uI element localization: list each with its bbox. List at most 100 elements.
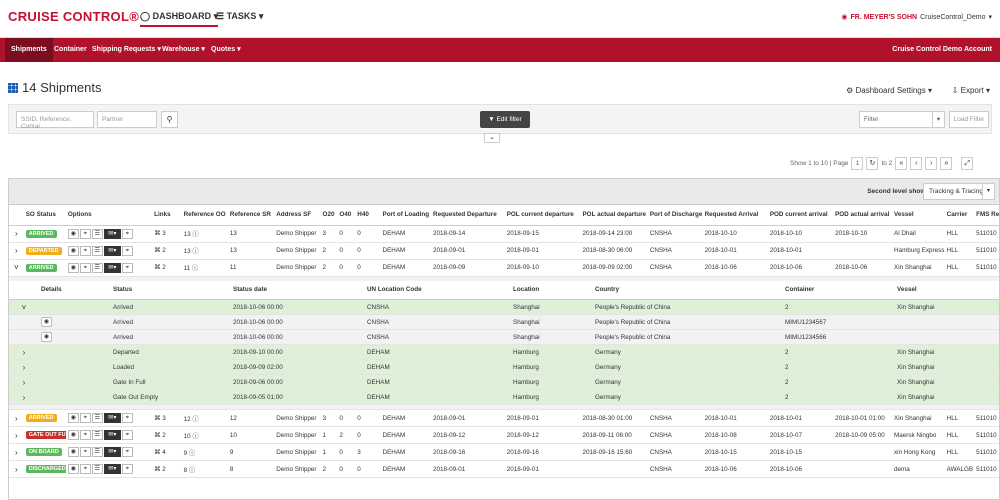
- expand-toggle[interactable]: ›: [9, 359, 39, 375]
- column-header[interactable]: POL current departure: [504, 205, 581, 226]
- menu-quotes[interactable]: Quotes ▾: [211, 38, 241, 62]
- tracking-row[interactable]: ◉ Arrived 2018-10-06 00:00 CNSHA Shanghai Peo…: [9, 329, 999, 345]
- expand-toggle[interactable]: [9, 329, 39, 345]
- column-header[interactable]: Vessel: [892, 205, 945, 226]
- tracking-row[interactable]: › Loaded 2018-09-09 02:00 DEHAM Hamburg Germa…: [9, 359, 999, 375]
- view-icon[interactable]: ◉: [67, 262, 79, 273]
- column-header[interactable]: Links: [152, 205, 182, 226]
- table-row[interactable]: › DEPARTED ◉ ⌖ ☰ ✉▾ ⌖ ⌘ 2 13 ⓘ 13 Demo Shipper 2 0 0 D…: [9, 242, 999, 260]
- location-pin-icon[interactable]: ⌖: [79, 447, 91, 457]
- expand-toggle[interactable]: [9, 314, 39, 330]
- tracking-row[interactable]: › Gate Out Empty 2018-09-05 01:00 DEHAM Hamb…: [9, 389, 999, 405]
- expand-toggle[interactable]: ›: [9, 389, 39, 405]
- tracking-row[interactable]: › Gate In Full 2018-09-06 00:00 DEHAM Hambur…: [9, 374, 999, 390]
- next-page-button[interactable]: ›: [925, 156, 938, 170]
- table-row[interactable]: ›GATE OUT FULL◉⌖☰✉▾⌖⌘ 210 ⓘ10Demo Shippe…: [9, 426, 999, 444]
- pin-icon[interactable]: ⌖: [121, 228, 133, 239]
- info-icon[interactable]: ⓘ: [187, 450, 195, 457]
- view-icon[interactable]: ◉: [67, 228, 79, 239]
- links-cell[interactable]: ⌘ 3: [152, 225, 182, 243]
- nav-dashboard[interactable]: ◯ DASHBOARD ▾: [140, 11, 219, 27]
- info-icon[interactable]: ⓘ: [191, 433, 198, 440]
- column-header[interactable]: O40: [337, 205, 356, 226]
- location-pin-icon[interactable]: ⌖: [79, 430, 91, 440]
- edit-filter-button[interactable]: ▼ Edit filter: [480, 111, 530, 128]
- first-page-button[interactable]: «: [895, 156, 908, 170]
- tracking-row[interactable]: › Departed 2018-09-10 00:00 DEHAM Hamburg Ger…: [9, 344, 999, 360]
- mail-dropdown-button[interactable]: ✉▾: [103, 464, 121, 474]
- refresh-button[interactable]: ↻: [866, 156, 879, 170]
- view-icon[interactable]: ◉: [67, 245, 79, 256]
- expand-toggle[interactable]: ˅: [9, 299, 39, 315]
- app-logo[interactable]: CRUISE CONTROL®: [8, 9, 139, 24]
- pin-icon[interactable]: ⌖: [121, 447, 133, 457]
- expand-toggle[interactable]: ›: [9, 443, 24, 461]
- document-icon[interactable]: ☰: [91, 413, 103, 423]
- column-header[interactable]: H40: [355, 205, 381, 226]
- column-header[interactable]: Requested Departure: [431, 205, 505, 226]
- view-icon[interactable]: ◉: [67, 464, 79, 474]
- filter-select[interactable]: Filter ▾: [859, 111, 945, 128]
- links-cell[interactable]: ⌘ 2: [152, 426, 182, 444]
- links-cell[interactable]: ⌘ 3: [152, 409, 182, 427]
- column-header[interactable]: Requested Arrival: [702, 205, 768, 226]
- column-header[interactable]: POD current arrival: [767, 205, 834, 226]
- expand-toggle[interactable]: ›: [9, 344, 39, 360]
- document-icon[interactable]: ☰: [91, 447, 103, 457]
- expand-toggle[interactable]: ›: [9, 374, 39, 390]
- prev-page-button[interactable]: ‹: [910, 156, 923, 170]
- table-row[interactable]: › ARRIVED ◉ ⌖ ☰ ✉▾ ⌖ ⌘ 3 13 ⓘ 13 Demo Shipper 3 0 0 DE…: [9, 225, 999, 243]
- pin-icon[interactable]: ⌖: [121, 430, 133, 440]
- column-header[interactable]: Carrier: [944, 205, 975, 226]
- dashboard-settings-button[interactable]: ⚙ Dashboard Settings ▾: [846, 86, 932, 95]
- mail-dropdown-button[interactable]: ✉▾: [103, 430, 121, 440]
- pin-icon[interactable]: ⌖: [121, 245, 133, 256]
- expand-filter-toggle[interactable]: ⌄: [484, 133, 500, 143]
- pin-icon[interactable]: ⌖: [121, 464, 133, 474]
- export-button[interactable]: ⇩ Export ▾: [952, 86, 990, 95]
- info-icon[interactable]: ⓘ: [191, 248, 198, 255]
- expand-toggle[interactable]: ˅: [9, 259, 24, 277]
- links-cell[interactable]: ⌘ 4: [152, 443, 182, 461]
- links-cell[interactable]: ⌘ 2: [152, 242, 182, 260]
- column-header[interactable]: Port of Loading: [380, 205, 432, 226]
- load-filter-button[interactable]: Load Filter: [949, 111, 989, 128]
- links-cell[interactable]: ⌘ 2: [152, 460, 182, 478]
- column-header[interactable]: Options: [65, 205, 153, 226]
- info-icon[interactable]: ⓘ: [191, 416, 198, 423]
- menu-warehouse[interactable]: Warehouse ▾: [162, 38, 205, 62]
- expand-toggle[interactable]: ›: [9, 426, 24, 444]
- view-icon[interactable]: ◉: [41, 317, 52, 327]
- search-input[interactable]: SSID, Reference, Contai: [16, 111, 94, 130]
- pin-icon[interactable]: ⌖: [121, 413, 133, 423]
- column-header[interactable]: Port of Discharge: [647, 205, 703, 226]
- page-input[interactable]: 1: [851, 156, 864, 170]
- table-row[interactable]: › DISCHARGED ◉ ⌖ ☰ ✉▾ ⌖ ⌘ 28 ⓘ 8 Demo Shipper 2 0 0 D…: [9, 460, 999, 478]
- column-header[interactable]: Reference SR: [227, 205, 275, 226]
- pin-icon[interactable]: ⌖: [121, 262, 133, 273]
- fullscreen-button[interactable]: ⤢: [961, 156, 974, 170]
- document-icon[interactable]: ☰: [91, 228, 103, 239]
- info-icon[interactable]: ⓘ: [187, 467, 195, 474]
- expand-toggle[interactable]: ›: [9, 460, 24, 478]
- document-icon[interactable]: ☰: [91, 464, 103, 474]
- menu-shipping-requests[interactable]: Shipping Requests ▾: [92, 38, 161, 62]
- info-icon[interactable]: ⓘ: [191, 231, 198, 238]
- menu-container[interactable]: Container: [54, 38, 87, 62]
- expand-toggle[interactable]: ›: [9, 242, 24, 260]
- menu-shipments[interactable]: Shipments: [5, 38, 53, 62]
- expand-toggle[interactable]: ›: [9, 225, 24, 243]
- expand-toggle[interactable]: ›: [9, 409, 24, 427]
- location-pin-icon[interactable]: ⌖: [79, 262, 91, 273]
- last-page-button[interactable]: »: [940, 156, 953, 170]
- user-menu[interactable]: CruiseControl_Demo: [920, 14, 985, 21]
- partner-input[interactable]: Partner: [97, 111, 157, 128]
- view-icon[interactable]: ◉: [41, 332, 52, 342]
- column-header[interactable]: FMS Ref: [974, 205, 999, 226]
- table-row[interactable]: › ARRIVED ◉ ⌖ ☰ ✉▾ ⌖ ⌘ 3 12 ⓘ 12 Demo Shipper 3 0 0 DE…: [9, 409, 999, 427]
- table-row[interactable]: › ON BOARD ◉ ⌖ ☰ ✉▾ ⌖ ⌘ 49 ⓘ 9 Demo Shipper 1 0 3 DEH…: [9, 443, 999, 461]
- mail-dropdown-button[interactable]: ✉▾: [103, 447, 121, 457]
- nav-tasks[interactable]: ☰ TASKS ▾: [216, 11, 263, 22]
- links-cell[interactable]: ⌘ 2: [152, 259, 182, 277]
- location-pin-icon[interactable]: ⌖: [79, 464, 91, 474]
